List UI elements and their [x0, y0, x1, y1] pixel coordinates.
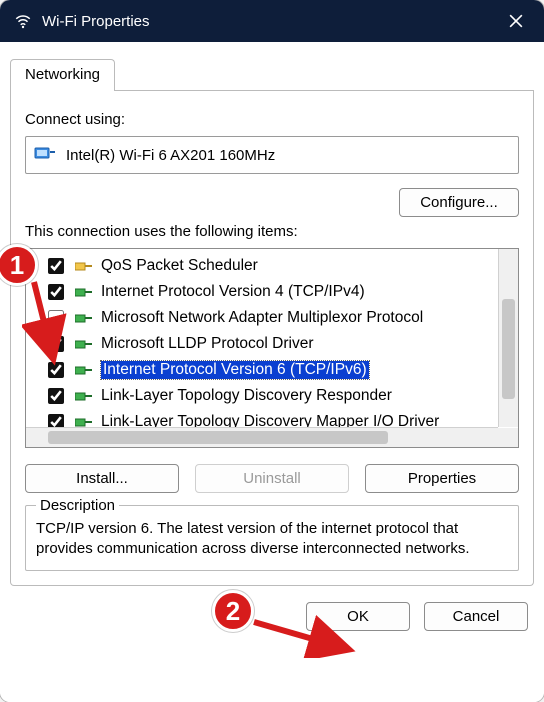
item-checkbox[interactable]: [48, 284, 64, 300]
vertical-scrollbar[interactable]: [498, 249, 518, 427]
close-button[interactable]: [496, 0, 536, 42]
scrollbar-corner: [498, 428, 518, 448]
item-label: Link-Layer Topology Discovery Responder: [101, 387, 392, 405]
tab-networking[interactable]: Networking: [10, 59, 115, 91]
adapter-icon: [34, 145, 56, 165]
wifi-properties-window: Wi-Fi Properties Networking Connect usin…: [0, 0, 544, 702]
description-group: Description TCP/IP version 6. The latest…: [25, 505, 519, 571]
networking-panel: Connect using: Intel(R) Wi-Fi 6 AX201 16…: [10, 91, 534, 586]
network-items-list[interactable]: QoS Packet Scheduler Internet Protocol Ve…: [25, 248, 519, 448]
list-item[interactable]: QoS Packet Scheduler: [26, 253, 518, 279]
annotation-badge-2: 2: [212, 590, 254, 632]
service-icon: [75, 259, 93, 273]
titlebar: Wi-Fi Properties: [0, 0, 544, 42]
adapter-name: Intel(R) Wi-Fi 6 AX201 160MHz: [66, 147, 275, 164]
tabstrip: Networking: [10, 58, 534, 91]
adapter-field[interactable]: Intel(R) Wi-Fi 6 AX201 160MHz: [25, 136, 519, 174]
scrollbar-thumb[interactable]: [48, 431, 388, 444]
dialog-footer: OK Cancel: [10, 602, 534, 631]
item-checkbox[interactable]: [48, 362, 64, 378]
items-label: This connection uses the following items…: [25, 223, 519, 240]
description-legend: Description: [36, 497, 119, 514]
item-checkbox[interactable]: [48, 310, 64, 326]
list-item[interactable]: Microsoft LLDP Protocol Driver: [26, 331, 518, 357]
list-item[interactable]: Link-Layer Topology Discovery Responder: [26, 383, 518, 409]
horizontal-scrollbar[interactable]: [26, 427, 498, 447]
protocol-icon: [75, 389, 93, 403]
scrollbar-thumb[interactable]: [502, 299, 515, 399]
protocol-icon: [75, 337, 93, 351]
close-icon: [509, 14, 523, 28]
window-title: Wi-Fi Properties: [42, 13, 496, 30]
item-checkbox[interactable]: [48, 336, 64, 352]
properties-button[interactable]: Properties: [365, 464, 519, 493]
connect-using-label: Connect using:: [25, 111, 519, 128]
item-label: Microsoft Network Adapter Multiplexor Pr…: [101, 309, 423, 327]
item-checkbox[interactable]: [48, 388, 64, 404]
configure-button[interactable]: Configure...: [399, 188, 519, 217]
client-area: Networking Connect using: Intel(R) Wi-Fi…: [0, 42, 544, 702]
item-label: QoS Packet Scheduler: [101, 257, 258, 275]
cancel-button[interactable]: Cancel: [424, 602, 528, 631]
protocol-icon: [75, 363, 93, 377]
protocol-icon: [75, 285, 93, 299]
protocol-icon: [75, 311, 93, 325]
item-checkbox[interactable]: [48, 258, 64, 274]
list-item[interactable]: Microsoft Network Adapter Multiplexor Pr…: [26, 305, 518, 331]
item-label: Internet Protocol Version 6 (TCP/IPv6): [101, 361, 369, 379]
item-label: Microsoft LLDP Protocol Driver: [101, 335, 313, 353]
item-label: Internet Protocol Version 4 (TCP/IPv4): [101, 283, 365, 301]
ok-button[interactable]: OK: [306, 602, 410, 631]
list-item[interactable]: Internet Protocol Version 6 (TCP/IPv6): [26, 357, 518, 383]
list-item[interactable]: Internet Protocol Version 4 (TCP/IPv4): [26, 279, 518, 305]
description-text: TCP/IP version 6. The latest version of …: [36, 519, 508, 560]
uninstall-button: Uninstall: [195, 464, 349, 493]
install-button[interactable]: Install...: [25, 464, 179, 493]
wifi-icon: [14, 12, 32, 30]
